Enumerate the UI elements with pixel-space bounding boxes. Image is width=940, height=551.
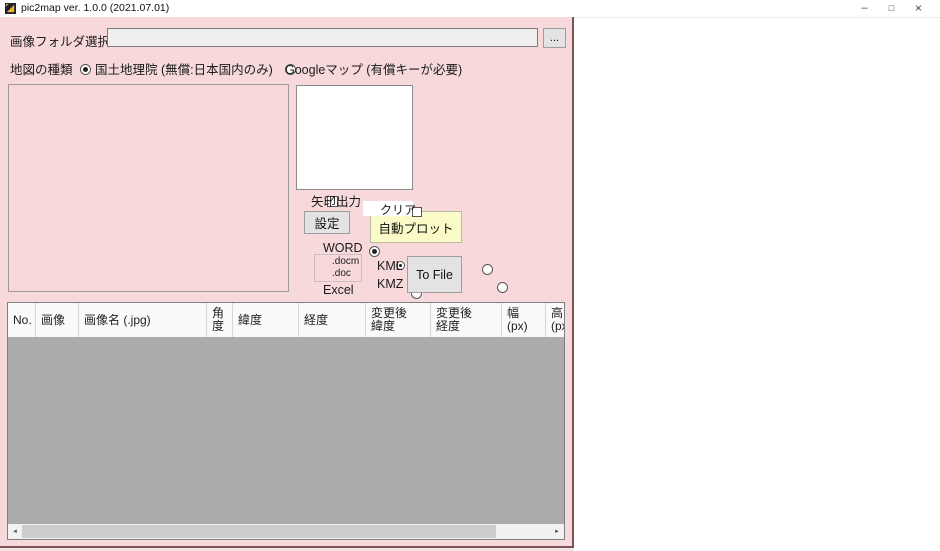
grid-column-header[interactable]: No. xyxy=(8,303,36,337)
folder-select-label: 画像フォルダ選択 xyxy=(10,31,110,50)
grid-horizontal-scrollbar[interactable]: ◄ ► xyxy=(8,524,564,539)
grid-body-empty[interactable] xyxy=(8,337,564,524)
titlebar: pic2map ver. 1.0.0 (2021.07.01) – □ × xyxy=(0,0,940,17)
radio-docm-label[interactable]: .docm xyxy=(332,256,359,267)
browse-folder-button[interactable]: ... xyxy=(543,28,566,48)
grid-header-row: No.画像画像名 (.jpg)角 度緯度経度変更後 緯度変更後 経度幅 (px)… xyxy=(8,303,565,337)
radio-kml[interactable] xyxy=(482,264,493,275)
close-icon[interactable]: × xyxy=(905,0,932,17)
arrow-output-label[interactable]: 矢印出力 xyxy=(311,191,361,210)
image-list-box[interactable] xyxy=(8,84,289,292)
radio-kml-label[interactable]: KML xyxy=(377,259,403,273)
minimize-icon[interactable]: – xyxy=(851,0,878,17)
radio-doc-label[interactable]: .doc xyxy=(332,268,351,279)
grid-column-header[interactable]: 高さ (px) xyxy=(546,303,565,337)
map-type-label: 地図の種類 xyxy=(10,59,73,78)
grid-column-header[interactable]: 画像 xyxy=(36,303,79,337)
scroll-left-icon[interactable]: ◄ xyxy=(8,524,22,539)
scroll-right-icon[interactable]: ► xyxy=(550,524,564,539)
grid-column-header[interactable]: 経度 xyxy=(299,303,366,337)
scrollbar-thumb[interactable] xyxy=(22,525,496,538)
folder-path-input[interactable] xyxy=(107,28,538,47)
titlebar-separator xyxy=(574,17,940,18)
grid-column-header[interactable]: 変更後 経度 xyxy=(431,303,502,337)
grid-column-header[interactable]: 角 度 xyxy=(207,303,233,337)
grid-column-header[interactable]: 変更後 緯度 xyxy=(366,303,431,337)
radio-google-map-label[interactable]: Googleマップ (有償キーが必要) xyxy=(285,59,462,78)
radio-gsi-map-label[interactable]: 国土地理院 (無償:日本国内のみ) xyxy=(95,59,273,78)
settings-button[interactable]: 設定 xyxy=(304,211,350,234)
app-icon xyxy=(5,3,16,14)
to-file-button[interactable]: To File xyxy=(407,256,462,293)
grid-column-header[interactable]: 画像名 (.jpg) xyxy=(79,303,207,337)
clear-checkbox-label[interactable]: クリア xyxy=(380,201,416,218)
grid-column-header[interactable]: 幅 (px) xyxy=(502,303,546,337)
grid-column-header[interactable]: 緯度 xyxy=(233,303,299,337)
window-title: pic2map ver. 1.0.0 (2021.07.01) xyxy=(21,0,169,17)
radio-word-label[interactable]: WORD xyxy=(323,241,363,255)
radio-kmz-label[interactable]: KMZ xyxy=(377,277,403,291)
image-data-grid: No.画像画像名 (.jpg)角 度緯度経度変更後 緯度変更後 経度幅 (px)… xyxy=(7,302,565,540)
preview-box xyxy=(296,85,413,190)
radio-excel-label[interactable]: Excel xyxy=(323,283,354,297)
app-window: pic2map ver. 1.0.0 (2021.07.01) – □ × 画像… xyxy=(0,0,940,551)
maximize-icon[interactable]: □ xyxy=(878,0,905,17)
